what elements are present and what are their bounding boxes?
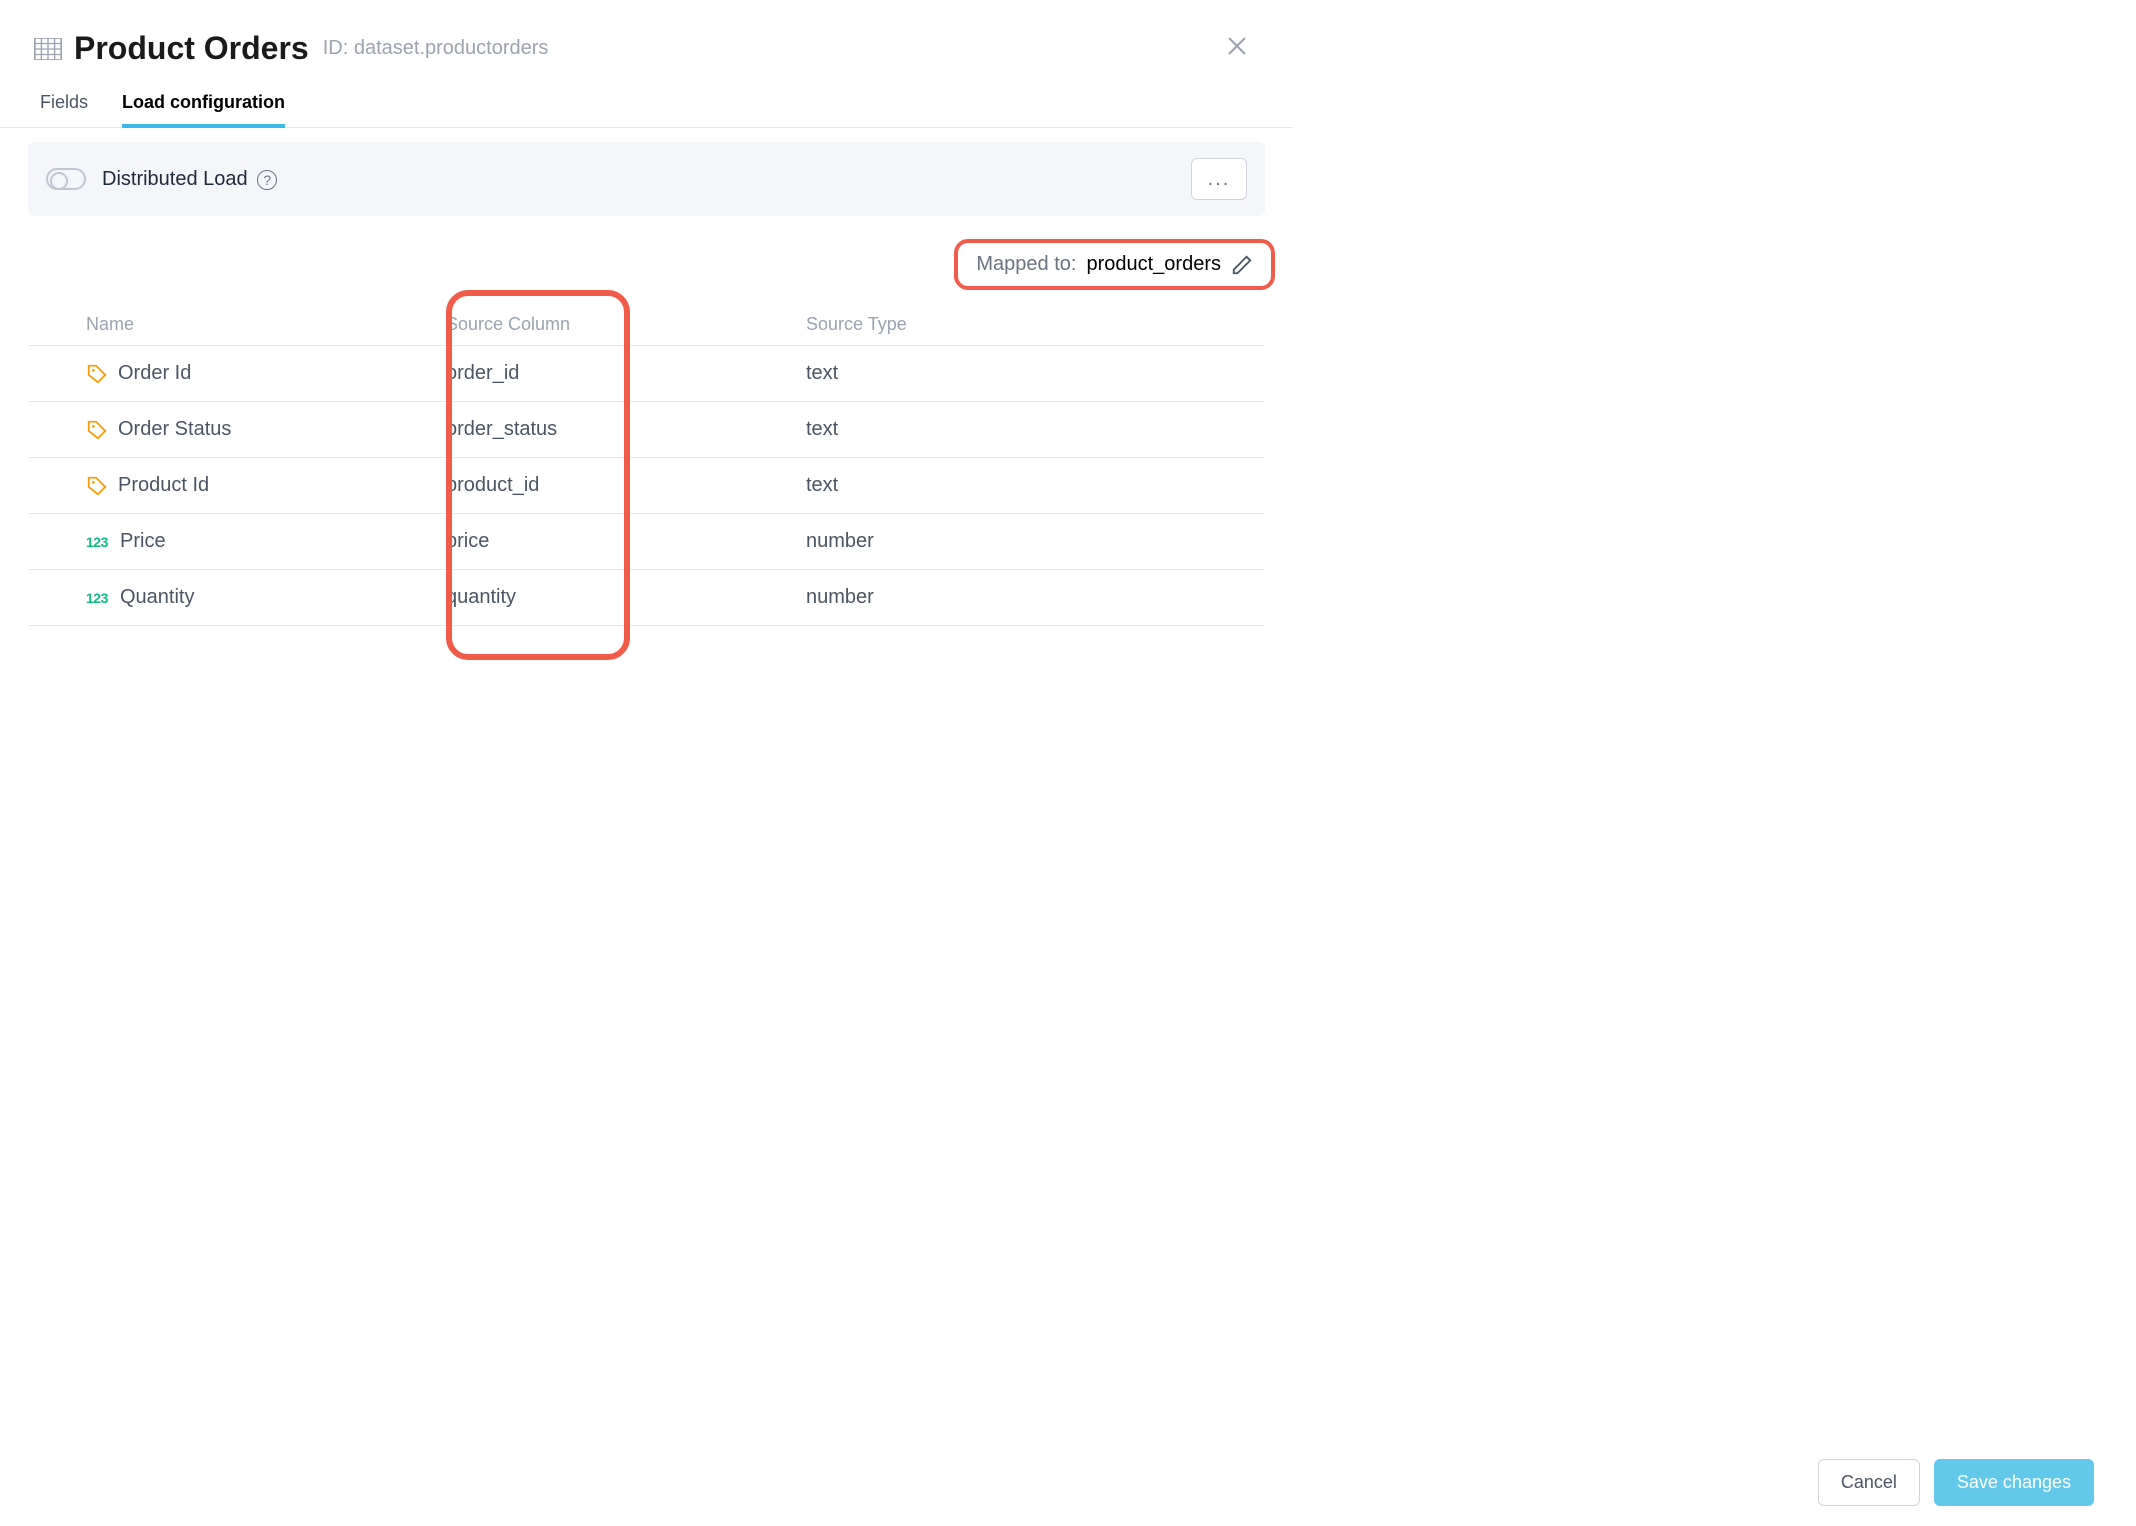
- close-button[interactable]: [1225, 34, 1249, 63]
- close-icon: [1225, 34, 1249, 58]
- source-column: order_id: [446, 362, 806, 385]
- source-column: price: [446, 530, 806, 553]
- source-type: text: [806, 474, 1265, 497]
- table-icon: [34, 38, 62, 60]
- source-type: number: [806, 586, 1265, 609]
- table-row[interactable]: 123 Price price number: [28, 514, 1265, 570]
- save-button[interactable]: Save changes: [1934, 1459, 2094, 1506]
- mapped-to-highlight: Mapped to: product_orders: [954, 239, 1275, 290]
- field-name: Order Id: [118, 362, 191, 385]
- source-column: product_id: [446, 474, 806, 497]
- source-column: quantity: [446, 586, 806, 609]
- source-type: text: [806, 362, 1265, 385]
- number-icon: 123: [86, 590, 110, 606]
- dataset-id: ID: dataset.productorders: [323, 37, 549, 60]
- number-icon: 123: [86, 534, 110, 550]
- footer-actions: Cancel Save changes: [1818, 1459, 2094, 1506]
- table-row[interactable]: Order Id order_id text: [28, 346, 1265, 402]
- field-name: Order Status: [118, 418, 231, 441]
- more-button[interactable]: ...: [1191, 158, 1247, 200]
- tab-fields[interactable]: Fields: [40, 82, 88, 127]
- modal-header: Product Orders ID: dataset.productorders: [0, 20, 1293, 82]
- column-header-type: Source Type: [806, 314, 1265, 335]
- tabs: Fields Load configuration: [0, 82, 1293, 128]
- source-type: number: [806, 530, 1265, 553]
- mapped-to-value: product_orders: [1086, 253, 1221, 276]
- table-row[interactable]: Order Status order_status text: [28, 402, 1265, 458]
- edit-icon[interactable]: [1231, 254, 1253, 276]
- tag-icon: [86, 475, 108, 497]
- page-title: Product Orders: [74, 30, 309, 67]
- tag-icon: [86, 363, 108, 385]
- distributed-load-label: Distributed Load ?: [102, 168, 277, 191]
- source-type: text: [806, 418, 1265, 441]
- field-name: Quantity: [120, 586, 194, 609]
- tab-load-configuration[interactable]: Load configuration: [122, 82, 285, 127]
- field-name: Price: [120, 530, 166, 553]
- distributed-load-banner: Distributed Load ? ...: [28, 142, 1265, 216]
- cancel-button[interactable]: Cancel: [1818, 1459, 1920, 1506]
- table-header-row: Name Source Column Source Type: [28, 306, 1265, 346]
- mapped-to-label: Mapped to:: [976, 253, 1076, 276]
- column-header-name: Name: [86, 314, 446, 335]
- column-header-source: Source Column: [446, 314, 806, 335]
- table-row[interactable]: Product Id product_id text: [28, 458, 1265, 514]
- field-name: Product Id: [118, 474, 209, 497]
- source-column: order_status: [446, 418, 806, 441]
- help-icon[interactable]: ?: [257, 170, 277, 190]
- table-row[interactable]: 123 Quantity quantity number: [28, 570, 1265, 626]
- tag-icon: [86, 419, 108, 441]
- distributed-load-toggle[interactable]: [46, 168, 86, 190]
- fields-table: Name Source Column Source Type Order Id …: [28, 306, 1265, 626]
